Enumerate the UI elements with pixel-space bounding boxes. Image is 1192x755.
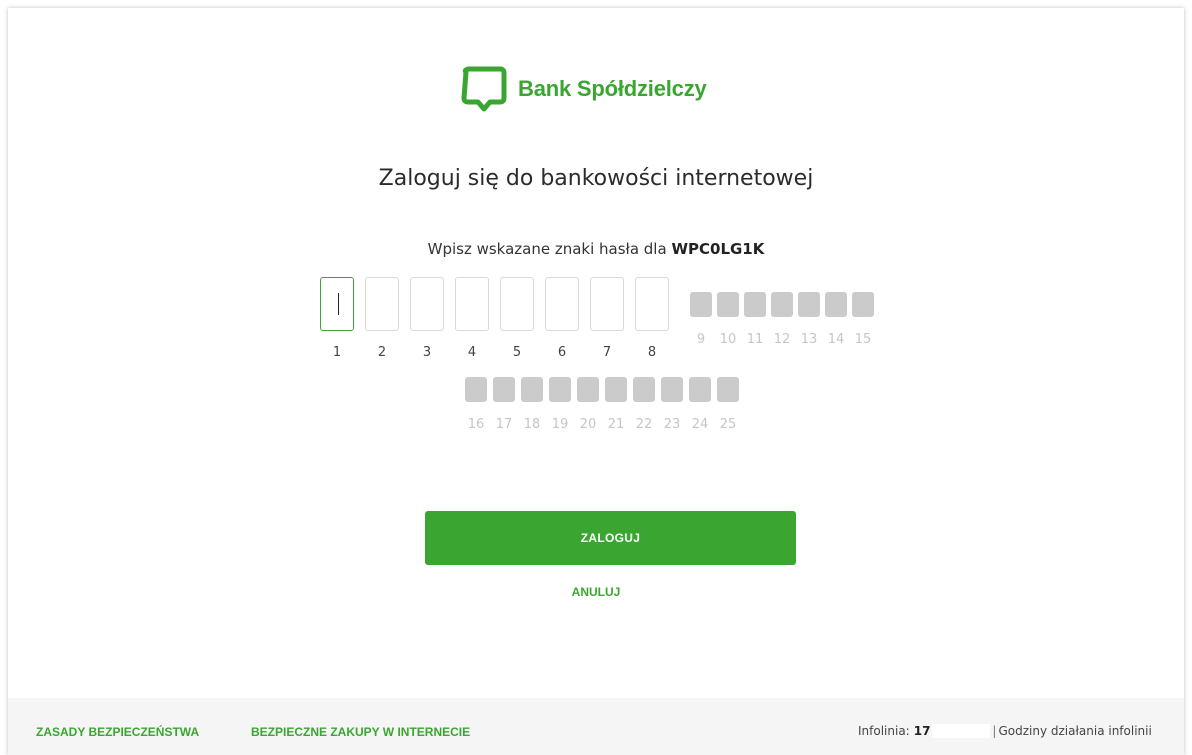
disabled-char-box <box>633 377 655 402</box>
disabled-char-box <box>798 292 820 317</box>
password-char-number: 7 <box>602 345 612 360</box>
disabled-char-box <box>605 377 627 402</box>
disabled-char-number: 21 <box>607 417 625 432</box>
disabled-char-box <box>493 377 515 402</box>
disabled-char-box <box>549 377 571 402</box>
password-char-number: 2 <box>377 345 387 360</box>
disabled-char-box <box>521 377 543 402</box>
disabled-char-number: 23 <box>663 417 681 432</box>
disabled-char-box <box>465 377 487 402</box>
password-fields-disabled-row1: 9 10 11 12 13 14 15 <box>690 292 874 347</box>
bank-logo-icon <box>461 66 507 112</box>
hours-label: Godziny działania infolinii <box>998 724 1152 738</box>
disabled-char-cell: 12 <box>771 292 793 347</box>
password-field-cell: 6 <box>545 277 579 360</box>
disabled-char-box <box>771 292 793 317</box>
disabled-char-number: 9 <box>696 332 706 347</box>
password-fields-disabled-row2: 16 17 18 19 20 21 22 23 24 25 <box>465 377 739 432</box>
disabled-char-cell: 23 <box>661 377 683 432</box>
password-char-number: 4 <box>467 345 477 360</box>
password-char-number: 1 <box>332 345 342 360</box>
username-label: WPC0LG1K <box>671 240 765 258</box>
password-field-cell: 7 <box>590 277 624 360</box>
disabled-char-box <box>852 292 874 317</box>
disabled-char-cell: 9 <box>690 292 712 347</box>
disabled-char-number: 16 <box>467 417 485 432</box>
password-fields-active: 1 2 3 4 5 6 7 8 <box>320 277 669 360</box>
disabled-char-cell: 22 <box>633 377 655 432</box>
footer: ZASADY BEZPIECZEŃSTWA BEZPIECZNE ZAKUPY … <box>8 698 1184 755</box>
password-char-input-3[interactable] <box>410 277 444 331</box>
password-char-input-8[interactable] <box>635 277 669 331</box>
disabled-char-box <box>717 292 739 317</box>
password-char-number: 8 <box>647 345 657 360</box>
disabled-char-number: 13 <box>800 332 818 347</box>
disabled-char-cell: 24 <box>689 377 711 432</box>
password-char-number: 3 <box>422 345 432 360</box>
separator: | <box>992 724 997 738</box>
bank-name: Bank Spółdzielczy <box>518 76 707 101</box>
infoline-number: 17 <box>913 724 931 738</box>
disabled-char-box <box>661 377 683 402</box>
login-button[interactable]: ZALOGUJ <box>425 511 796 565</box>
disabled-char-number: 11 <box>746 332 764 347</box>
disabled-char-number: 12 <box>773 332 791 347</box>
disabled-char-box <box>717 377 739 402</box>
disabled-char-number: 14 <box>827 332 845 347</box>
instruction-text: Wpisz wskazane znaki hasła dla <box>427 240 667 258</box>
login-page: Bank Spółdzielczy Zaloguj się do bankowo… <box>8 8 1184 755</box>
disabled-char-box <box>577 377 599 402</box>
password-char-input-5[interactable] <box>500 277 534 331</box>
bank-logo: Bank Spółdzielczy <box>456 62 707 116</box>
page-title: Zaloguj się do bankowości internetowej <box>378 166 814 191</box>
password-field-cell: 5 <box>500 277 534 360</box>
disabled-char-cell: 20 <box>577 377 599 432</box>
disabled-char-box <box>744 292 766 317</box>
password-char-number: 6 <box>557 345 567 360</box>
disabled-char-box <box>690 292 712 317</box>
password-char-input-6[interactable] <box>545 277 579 331</box>
cancel-link[interactable]: ANULUJ <box>8 585 1184 599</box>
password-field-cell: 3 <box>410 277 444 360</box>
security-rules-link[interactable]: ZASADY BEZPIECZEŃSTWA <box>36 725 199 739</box>
password-instruction: Wpisz wskazane znaki hasła dla WPC0LG1K <box>8 240 1184 258</box>
disabled-char-box <box>825 292 847 317</box>
infoline-label: Infolinia: <box>858 724 910 738</box>
disabled-char-number: 24 <box>691 417 709 432</box>
disabled-char-cell: 21 <box>605 377 627 432</box>
password-char-input-1[interactable] <box>320 277 354 331</box>
disabled-char-number: 22 <box>635 417 653 432</box>
disabled-char-cell: 13 <box>798 292 820 347</box>
disabled-char-cell: 18 <box>521 377 543 432</box>
disabled-char-cell: 16 <box>465 377 487 432</box>
disabled-char-number: 10 <box>719 332 737 347</box>
password-field-cell: 1 <box>320 277 354 360</box>
disabled-char-cell: 10 <box>717 292 739 347</box>
safe-shopping-link[interactable]: BEZPIECZNE ZAKUPY W INTERNECIE <box>251 725 470 739</box>
password-field-cell: 4 <box>455 277 489 360</box>
disabled-char-number: 20 <box>579 417 597 432</box>
password-field-cell: 2 <box>365 277 399 360</box>
disabled-char-number: 17 <box>495 417 513 432</box>
disabled-char-number: 15 <box>854 332 872 347</box>
disabled-char-cell: 14 <box>825 292 847 347</box>
disabled-char-number: 18 <box>523 417 541 432</box>
disabled-char-number: 19 <box>551 417 569 432</box>
disabled-char-cell: 19 <box>549 377 571 432</box>
redacted-area <box>932 724 991 738</box>
password-char-input-7[interactable] <box>590 277 624 331</box>
password-char-number: 5 <box>512 345 522 360</box>
disabled-char-number: 25 <box>719 417 737 432</box>
password-char-input-2[interactable] <box>365 277 399 331</box>
disabled-char-cell: 17 <box>493 377 515 432</box>
disabled-char-cell: 11 <box>744 292 766 347</box>
password-char-input-4[interactable] <box>455 277 489 331</box>
disabled-char-box <box>689 377 711 402</box>
infoline-info: Infolinia: 17 | Godziny działania infoli… <box>858 724 1152 738</box>
disabled-char-cell: 15 <box>852 292 874 347</box>
disabled-char-cell: 25 <box>717 377 739 432</box>
password-field-cell: 8 <box>635 277 669 360</box>
